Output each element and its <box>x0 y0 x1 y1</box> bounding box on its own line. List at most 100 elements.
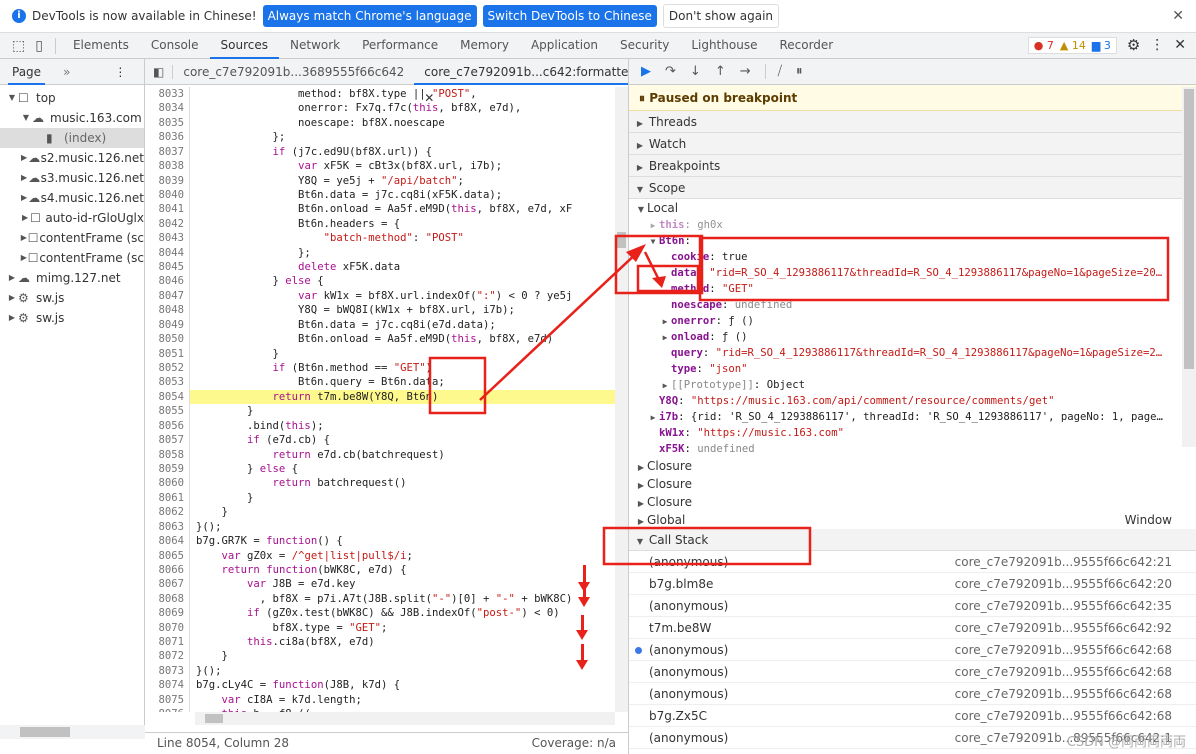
line-number[interactable]: 8049 <box>145 317 190 333</box>
line-number[interactable]: 8060 <box>145 476 190 491</box>
scope-property[interactable]: type: "json" <box>629 361 1196 377</box>
code-line[interactable]: 8057 if (e7d.cb) { <box>145 433 615 448</box>
collapsed-arrow-icon[interactable]: ▶ <box>20 188 28 208</box>
step-into-icon[interactable]: ↓ <box>690 64 701 79</box>
section-threads[interactable]: ▶ Threads <box>629 111 1196 133</box>
tab-console[interactable]: Console <box>140 33 210 59</box>
call-frame[interactable]: (anonymous) core_c7e792091b...9555f66c642… <box>629 595 1196 617</box>
tab-network[interactable]: Network <box>279 33 351 59</box>
frame-location[interactable]: core_c7e792091b...9555f66c642:92 <box>955 617 1172 638</box>
code-line[interactable]: 8041 Bt6n.onload = Aa5f.eM9D(this, bf8X,… <box>145 202 615 217</box>
line-number[interactable]: 8076 <box>145 707 190 712</box>
tab-memory[interactable]: Memory <box>449 33 520 59</box>
line-number[interactable]: 8041 <box>145 202 190 217</box>
expand-arrow-icon[interactable]: ▶ <box>647 218 659 233</box>
scope-local[interactable]: ▼ Local <box>629 199 1196 217</box>
code-line[interactable]: 8062 } <box>145 505 615 520</box>
code-line[interactable]: 8067 var J8B = e7d.key <box>145 577 615 592</box>
editor-hscrollbar[interactable] <box>195 712 615 725</box>
expand-arrow-icon[interactable]: ▶ <box>659 330 671 345</box>
line-number[interactable]: 8071 <box>145 635 190 650</box>
frame-location[interactable]: core_c7e792091b...9555f66c642:68 <box>955 661 1172 682</box>
tree-item[interactable]: ▮ (index) <box>0 128 144 148</box>
close-devtools-icon[interactable]: ✕ <box>1174 37 1186 53</box>
call-frame[interactable]: (anonymous) core_c7e792091b...9555f66c642… <box>629 551 1196 573</box>
code-line[interactable]: 8043 "batch-method": "POST" <box>145 231 615 246</box>
line-number[interactable]: 8033 <box>145 87 190 102</box>
scope-property[interactable]: Y8Q: "https://music.163.com/api/comment/… <box>629 393 1196 409</box>
code-line[interactable]: 8034 onerror: Fx7q.f7c(this, bf8X, e7d), <box>145 101 615 116</box>
code-line[interactable]: 8055 } <box>145 404 615 419</box>
scope-property[interactable]: query: "rid=R_SO_4_1293886117&threadId=R… <box>629 345 1196 361</box>
section-scope[interactable]: ▼ Scope <box>629 177 1196 199</box>
step-over-icon[interactable]: ↷ <box>665 64 676 79</box>
tree-item[interactable]: ▶ ☁ s2.music.126.net <box>0 148 144 168</box>
line-number[interactable]: 8064 <box>145 534 190 549</box>
expand-arrow-icon[interactable]: ▶ <box>659 378 671 393</box>
code-line[interactable]: 8069 if (gZ0x.test(bWK8C) && J8B.indexOf… <box>145 606 615 621</box>
scope-property[interactable]: ▶ onerror: ƒ () <box>629 313 1196 329</box>
collapsed-arrow-icon[interactable]: ▶ <box>6 288 18 308</box>
code-line[interactable]: 8042 Bt6n.headers = { <box>145 216 615 232</box>
code-line[interactable]: 8063}(); <box>145 519 615 535</box>
scope-closure[interactable]: ▶ Closure <box>629 457 1196 475</box>
tab-lighthouse[interactable]: Lighthouse <box>680 33 768 59</box>
code-line[interactable]: 8044 }; <box>145 245 615 261</box>
scope-property[interactable]: xF5K: undefined <box>629 441 1196 457</box>
collapsed-arrow-icon[interactable]: ▶ <box>6 268 18 288</box>
line-number[interactable]: 8047 <box>145 288 190 304</box>
device-toolbar-icon[interactable]: ▯ <box>35 38 43 54</box>
line-number[interactable]: 8056 <box>145 418 190 434</box>
line-number[interactable]: 8070 <box>145 620 190 636</box>
frame-location[interactable]: core_c7e792091b...9555f66c642:68 <box>955 705 1172 726</box>
match-language-button[interactable]: Always match Chrome's language <box>262 5 477 27</box>
tree-item[interactable]: ▶ ☁ mimg.127.net <box>0 268 144 288</box>
line-number[interactable]: 8067 <box>145 577 190 592</box>
line-number[interactable]: 8057 <box>145 433 190 448</box>
code-line[interactable]: 8053 Bt6n.query = Bt6n.data; <box>145 375 615 390</box>
line-number[interactable]: 8052 <box>145 361 190 376</box>
close-icon[interactable]: ✕ <box>1172 8 1184 24</box>
code-view[interactable]: 8033 method: bf8X.type || "POST", 8034 on… <box>145 87 615 712</box>
frame-location[interactable]: core_c7e792091b...9555f66c642:20 <box>955 573 1172 594</box>
gear-icon[interactable]: ⚙ <box>1127 36 1140 54</box>
call-frame[interactable]: (anonymous) core_c7e792091b...9555f66c642… <box>629 683 1196 705</box>
line-number[interactable]: 8058 <box>145 447 190 462</box>
line-number[interactable]: 8061 <box>145 490 190 506</box>
scope-property[interactable]: cookie: true <box>629 249 1196 265</box>
deactivate-breakpoints-icon[interactable]: ⧸ <box>764 64 782 79</box>
issue-counts[interactable]: ● 7 ▲ 14 ▆ 3 <box>1027 36 1117 54</box>
line-number[interactable]: 8055 <box>145 404 190 419</box>
code-line[interactable]: 8060 return batchrequest() <box>145 476 615 491</box>
tree-item[interactable]: ▶ ☁ s4.music.126.net <box>0 188 144 208</box>
line-number[interactable]: 8074 <box>145 678 190 693</box>
scope-property[interactable]: noescape: undefined <box>629 297 1196 313</box>
code-line[interactable]: 8052 if (Bt6n.method == "GET") <box>145 361 615 376</box>
section-watch[interactable]: ▶ Watch <box>629 133 1196 155</box>
tree-item[interactable]: ▶ ☐ contentFrame (sc <box>0 228 144 248</box>
collapsed-arrow-icon[interactable]: ▶ <box>20 148 28 168</box>
call-frame[interactable]: b7g.Zx5C core_c7e792091b...9555f66c642:68 <box>629 705 1196 727</box>
expanded-arrow-icon[interactable]: ▼ <box>6 88 18 108</box>
scope-closure[interactable]: ▶ Closure <box>629 475 1196 493</box>
line-number[interactable]: 8035 <box>145 115 190 131</box>
line-number[interactable]: 8040 <box>145 187 190 203</box>
resume-icon[interactable]: ▶ <box>641 64 651 79</box>
line-number[interactable]: 8073 <box>145 663 190 679</box>
section-breakpoints[interactable]: ▶ Breakpoints <box>629 155 1196 177</box>
expanded-arrow-icon[interactable]: ▼ <box>20 108 32 128</box>
collapsed-arrow-icon[interactable]: ▶ <box>20 248 28 268</box>
switch-chinese-button[interactable]: Switch DevTools to Chinese <box>482 5 657 27</box>
tab-security[interactable]: Security <box>609 33 680 59</box>
code-line[interactable]: 8050 Bt6n.onload = Aa5f.eM9D(this, bf8X,… <box>145 332 615 347</box>
code-line[interactable]: 8039 Y8Q = ye5j + "/api/batch"; <box>145 173 615 188</box>
line-number[interactable]: 8051 <box>145 346 190 362</box>
frame-location[interactable]: core_c7e792091b...9555f66c642:68 <box>955 639 1172 660</box>
code-line[interactable]: 8048 Y8Q = bWQ8I(kW1x + bf8X.url, i7b); <box>145 303 615 318</box>
tree-item[interactable]: ▶ ⚙ sw.js <box>0 308 144 328</box>
line-number[interactable]: 8075 <box>145 692 190 708</box>
call-frame[interactable]: t7m.be8W core_c7e792091b...9555f66c642:92 <box>629 617 1196 639</box>
code-line[interactable]: 8065 var gZ0x = /^get|list|pull$/i; <box>145 548 615 563</box>
pause-on-exceptions-icon[interactable]: ⏸ <box>796 64 803 79</box>
line-number[interactable]: 8038 <box>145 159 190 174</box>
